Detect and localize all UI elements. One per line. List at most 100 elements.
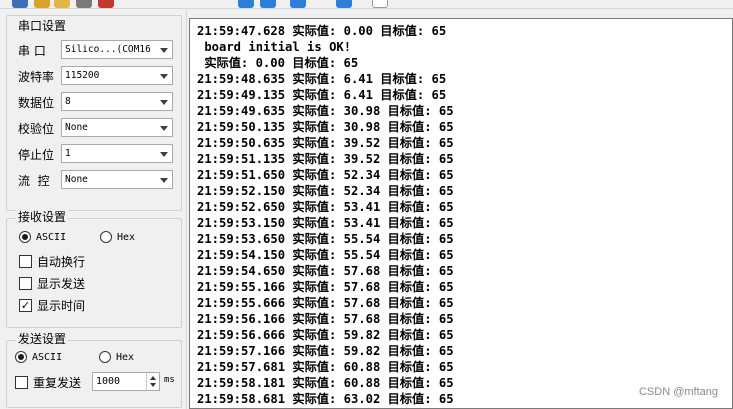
recv-ascii-option[interactable]: ASCII (19, 231, 66, 243)
receive-line: 21:59:50.635 实际值: 39.52 目标值: 65 (197, 136, 454, 150)
auto-wrap-checkbox[interactable] (19, 255, 32, 268)
toolbar-icon-10[interactable] (372, 0, 388, 8)
panel-divider (186, 10, 187, 409)
parity-label: 校验位 (18, 121, 55, 136)
auto-wrap-option[interactable]: 自动换行 (19, 253, 85, 270)
databits-label: 数据位 (18, 95, 55, 110)
receive-line: 21:59:58.681 实际值: 63.02 目标值: 65 (197, 392, 454, 406)
receive-line: 21:59:56.666 实际值: 59.82 目标值: 65 (197, 328, 454, 342)
port-label: 串 口 (18, 43, 46, 58)
databits-value: 8 (65, 96, 71, 107)
stopbits-label: 停止位 (18, 147, 55, 162)
chevron-down-icon (160, 178, 168, 183)
show-send-label: 显示发送 (37, 277, 86, 291)
flow-select[interactable]: None (61, 170, 173, 189)
show-time-checkbox[interactable]: ✓ (19, 299, 32, 312)
parity-value: None (65, 122, 88, 133)
interval-spinbox[interactable]: 1000 (92, 372, 160, 391)
receive-line: 21:59:58.181 实际值: 60.88 目标值: 65 (197, 376, 454, 390)
spin-down-icon[interactable] (150, 383, 156, 387)
chevron-down-icon (160, 152, 168, 157)
receive-line: 21:59:51.135 实际值: 39.52 目标值: 65 (197, 152, 454, 166)
receive-line: 21:59:48.635 实际值: 6.41 目标值: 65 (197, 72, 447, 86)
chevron-down-icon (160, 126, 168, 131)
show-send-option[interactable]: 显示发送 (19, 275, 85, 292)
recv-ascii-label: ASCII (36, 231, 67, 243)
parity-row: 校验位 (18, 118, 60, 138)
watermark: CSDN @mftang (638, 386, 718, 398)
auto-wrap-label: 自动换行 (37, 255, 86, 269)
port-value: Silico...(COM16 (65, 44, 151, 55)
receive-line: 21:59:55.666 实际值: 57.68 目标值: 65 (197, 296, 454, 310)
flow-label: 流 控 (18, 173, 50, 188)
receive-line: 21:59:52.150 实际值: 52.34 目标值: 65 (197, 184, 454, 198)
databits-row: 数据位 (18, 92, 60, 112)
receive-textarea[interactable]: 21:59:47.628 实际值: 0.00 目标值: 65 board ini… (189, 18, 733, 409)
receive-line: 21:59:51.650 实际值: 52.34 目标值: 65 (197, 168, 454, 182)
receive-line: 21:59:47.628 实际值: 0.00 目标值: 65 (197, 24, 447, 38)
show-send-checkbox[interactable] (19, 277, 32, 290)
port-select[interactable]: Silico...(COM16 (61, 40, 173, 59)
repeat-send-checkbox[interactable] (15, 376, 28, 389)
receive-line: 实际值: 0.00 目标值: 65 (197, 56, 359, 70)
recv-hex-label: Hex (117, 231, 136, 243)
baud-value: 115200 (65, 70, 100, 81)
toolbar-icon-9[interactable] (336, 0, 352, 8)
send-hex-radio[interactable] (99, 351, 111, 363)
receive-line: 21:59:50.135 实际值: 30.98 目标值: 65 (197, 120, 454, 134)
receive-line: 21:59:54.150 实际值: 55.54 目标值: 65 (197, 248, 454, 262)
toolbar-icon-4[interactable] (76, 0, 92, 8)
interval-unit: ms (164, 375, 175, 385)
receive-line: 21:59:49.635 实际值: 30.98 目标值: 65 (197, 104, 454, 118)
receive-line: 21:59:55.166 实际值: 57.68 目标值: 65 (197, 280, 454, 294)
send-ascii-radio[interactable] (15, 351, 27, 363)
stopbits-row: 停止位 (18, 144, 60, 164)
spin-up-icon[interactable] (150, 376, 156, 380)
receive-line: 21:59:52.650 实际值: 53.41 目标值: 65 (197, 200, 454, 214)
chevron-down-icon (160, 48, 168, 53)
receive-line: 21:59:57.166 实际值: 59.82 目标值: 65 (197, 344, 454, 358)
toolbar-icon-1[interactable] (12, 0, 28, 8)
toolbar-icon-3[interactable] (54, 0, 70, 8)
toolbar-icon-7[interactable] (260, 0, 276, 8)
flow-row: 流 控 (18, 170, 60, 190)
repeat-send-option[interactable]: 重复发送 (15, 374, 81, 391)
toolbar-icon-8[interactable] (290, 0, 306, 8)
receive-line: 21:59:57.681 实际值: 60.88 目标值: 65 (197, 360, 454, 374)
receive-line: 21:59:49.135 实际值: 6.41 目标值: 65 (197, 88, 447, 102)
interval-value: 1000 (96, 376, 121, 387)
chevron-down-icon (160, 100, 168, 105)
show-time-label: 显示时间 (37, 299, 86, 313)
toolbar-icon-5[interactable] (98, 0, 114, 8)
receive-lines: 21:59:47.628 实际值: 0.00 目标值: 65 board ini… (197, 23, 454, 407)
toolbar (0, 0, 733, 9)
parity-select[interactable]: None (61, 118, 173, 137)
send-ascii-option[interactable]: ASCII (15, 351, 62, 363)
spin-buttons[interactable] (146, 373, 159, 390)
receive-line: 21:59:53.150 实际值: 53.41 目标值: 65 (197, 216, 454, 230)
recv-hex-option[interactable]: Hex (100, 231, 135, 243)
recv-hex-radio[interactable] (100, 231, 112, 243)
show-time-option[interactable]: ✓ 显示时间 (19, 297, 85, 314)
interval-unit-label: ms (164, 375, 175, 385)
stopbits-select[interactable]: 1 (61, 144, 173, 163)
send-ascii-label: ASCII (32, 351, 63, 363)
baud-label: 波特率 (18, 69, 55, 84)
baud-select[interactable]: 115200 (61, 66, 173, 85)
receive-line: 21:59:56.166 实际值: 57.68 目标值: 65 (197, 312, 454, 326)
receive-line: 21:59:54.650 实际值: 57.68 目标值: 65 (197, 264, 454, 278)
flow-value: None (65, 174, 88, 185)
repeat-send-label: 重复发送 (33, 376, 82, 390)
serial-settings-title: 串口设置 (16, 17, 69, 34)
toolbar-icon-2[interactable] (34, 0, 50, 8)
databits-select[interactable]: 8 (61, 92, 173, 111)
stopbits-value: 1 (65, 148, 71, 159)
send-settings-title: 发送设置 (16, 330, 69, 347)
port-row: 串 口 (18, 40, 60, 60)
receive-line: board initial is OK! (197, 40, 352, 54)
recv-ascii-radio[interactable] (19, 231, 31, 243)
send-hex-option[interactable]: Hex (99, 351, 134, 363)
left-panel: 串口设置 串 口 Silico...(COM16 波特率 115200 数据位 … (0, 10, 186, 409)
toolbar-icon-6[interactable] (238, 0, 254, 8)
receive-settings-title: 接收设置 (16, 208, 69, 225)
